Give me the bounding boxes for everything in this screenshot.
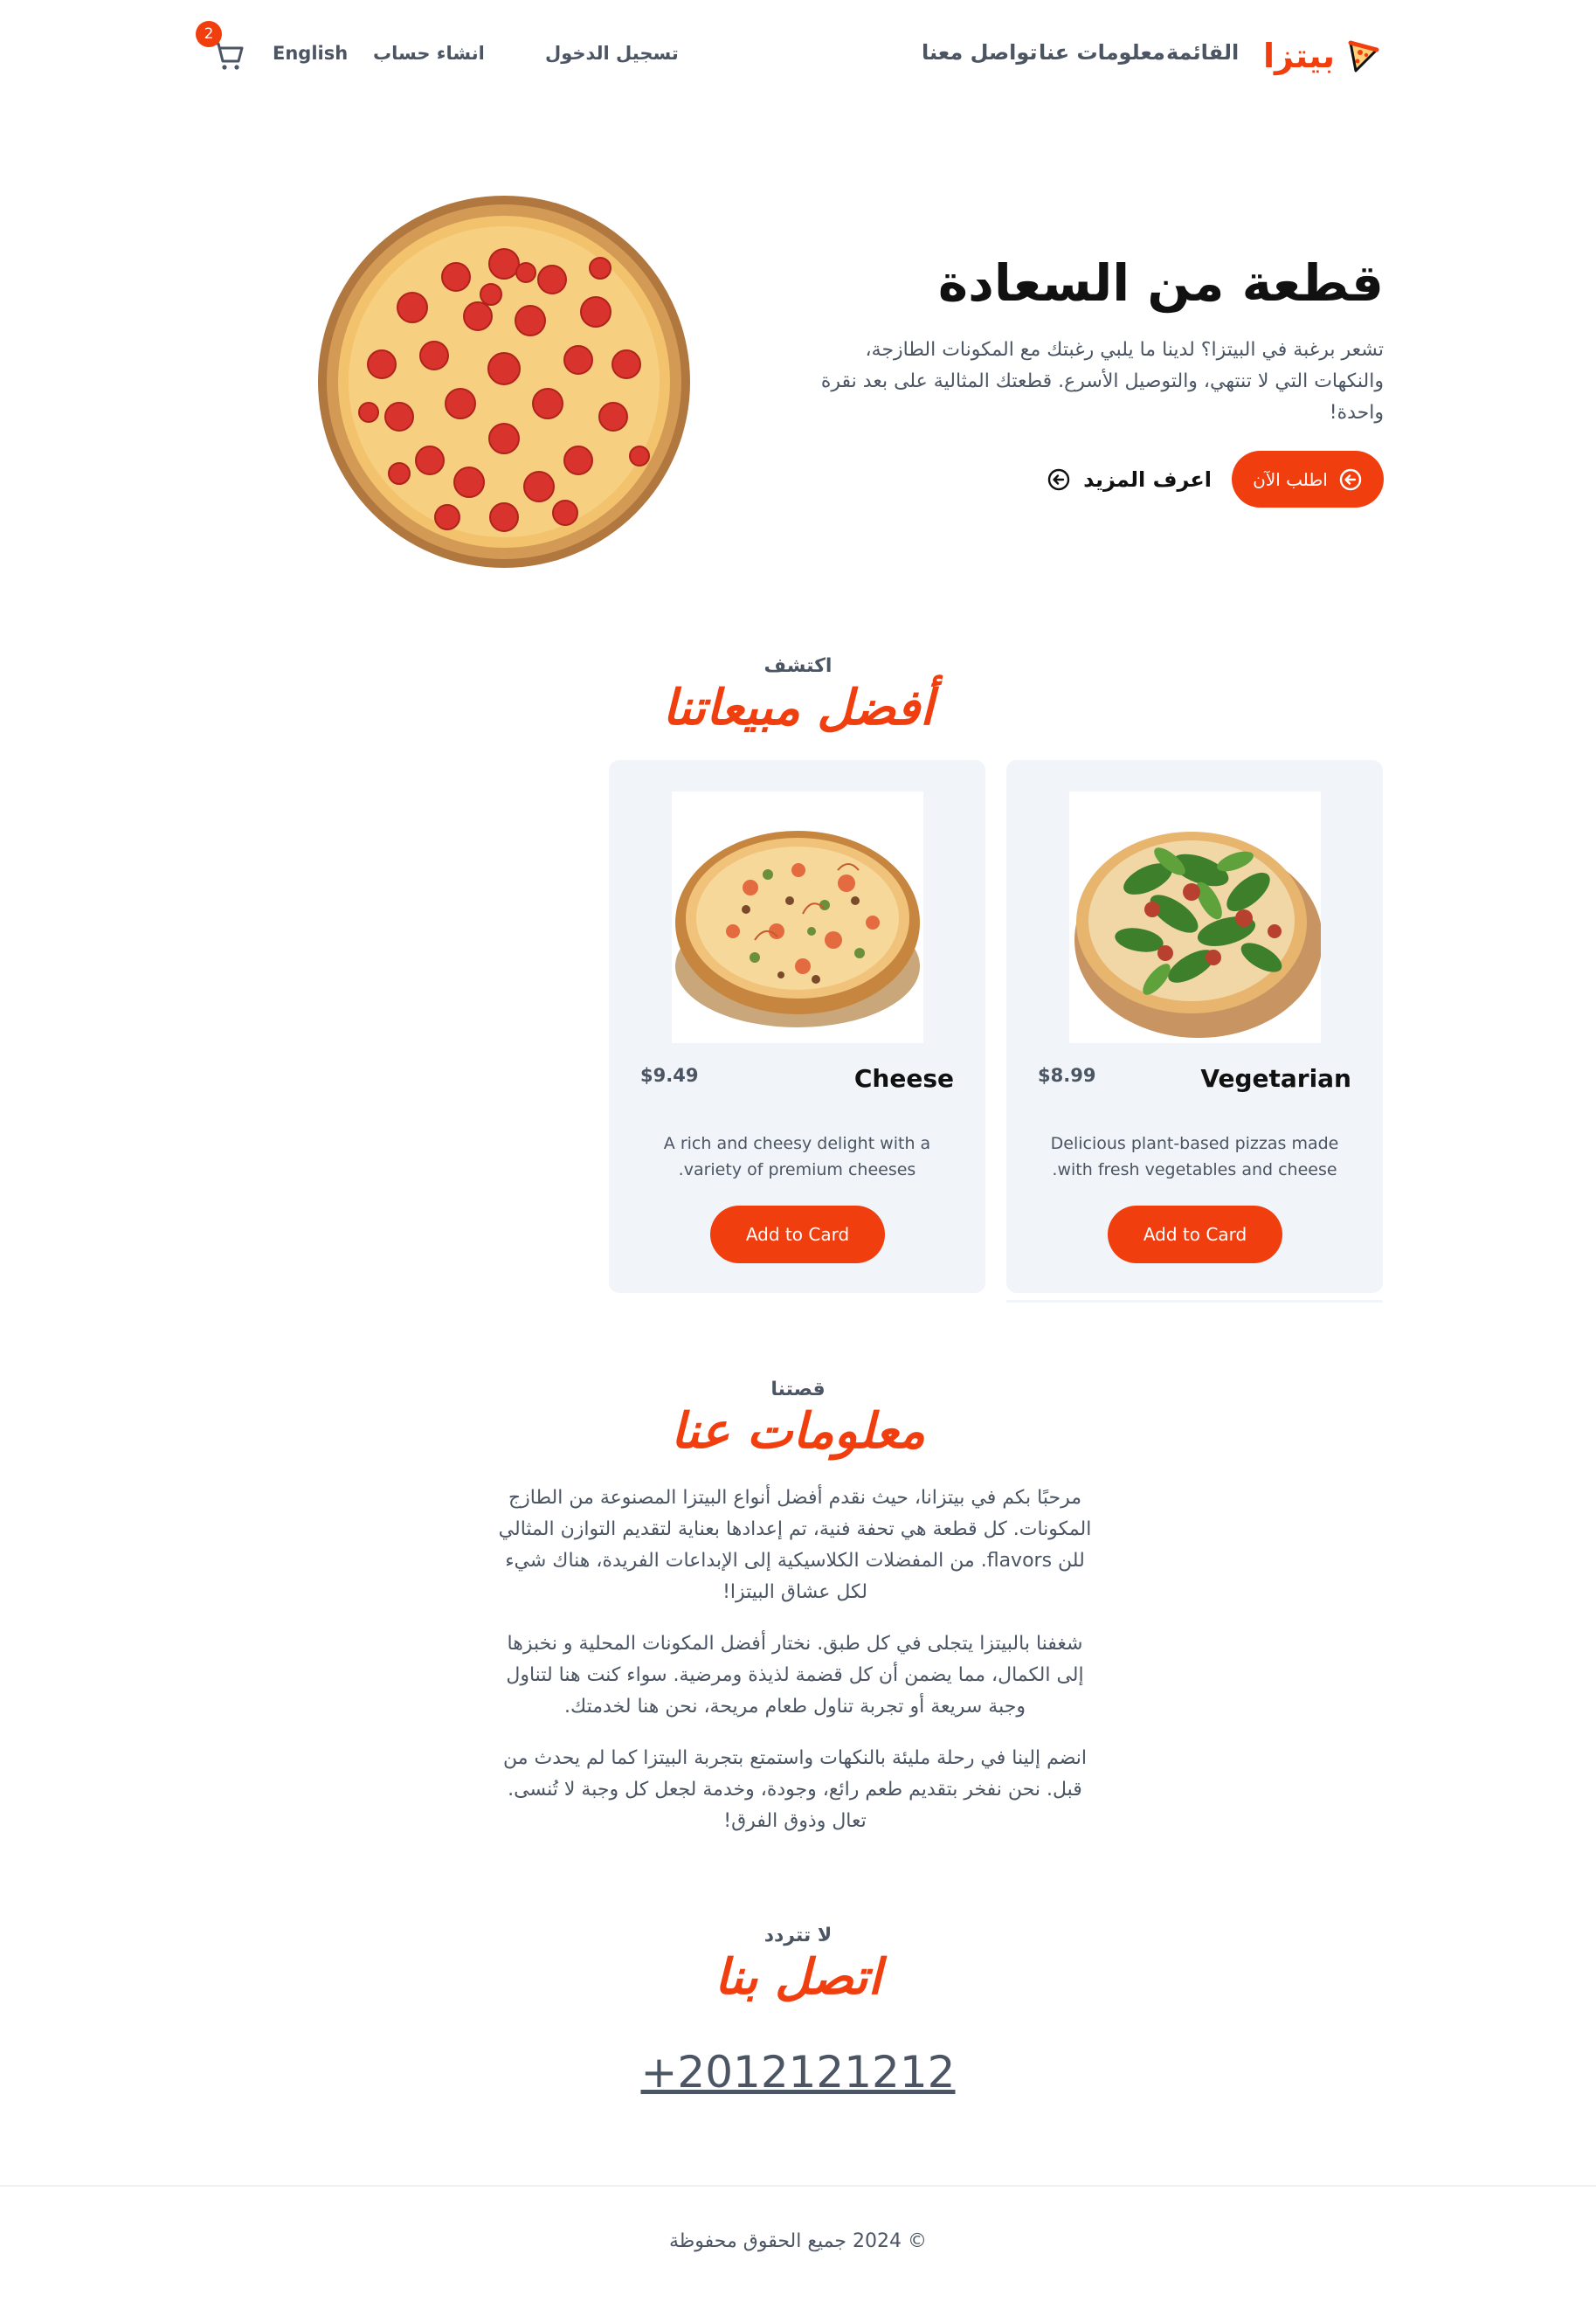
about-title: معلومات عنا — [670, 1403, 926, 1460]
product-card: Cheese $9.49 A rich and cheesy delight w… — [609, 760, 985, 1293]
signup-link[interactable]: انشاء حساب — [373, 43, 485, 64]
learn-more-label: اعرف المزيد — [1083, 467, 1212, 492]
product-price: $9.49 — [640, 1065, 699, 1086]
product-price: $8.99 — [1038, 1065, 1096, 1086]
hero-pepperoni-pizza-image — [318, 196, 690, 568]
site-header: 2 English انشاء حساب تسجيل الدخول تواصل … — [0, 0, 1596, 118]
brand-name: بيتزا — [1263, 37, 1335, 75]
nav-contact-link[interactable]: تواصل معنا — [922, 40, 1037, 65]
learn-more-button[interactable]: اعرف المزيد — [1047, 451, 1212, 508]
cheese-pizza-image — [675, 831, 920, 1027]
product-card: Vegetarian $8.99 Delicious plant-based p… — [1006, 760, 1383, 1293]
brand-logo-link[interactable]: بيتزا — [1263, 30, 1382, 82]
contact-title: اتصل بنا — [714, 1949, 882, 2006]
product-description: Delicious plant-based pizzas made with f… — [1050, 1134, 1339, 1179]
about-paragraph: انضم إلينا في رحلة مليئة بالنكهات واستمت… — [502, 1747, 1088, 1832]
divider — [1006, 1300, 1383, 1303]
about-paragraph: مرحبًا بكم في بيتزانا، حيث نقدم أفضل أنو… — [498, 1487, 1092, 1603]
bestsellers-eyebrow: اكتشف — [763, 655, 833, 677]
product-image — [672, 792, 923, 1043]
order-now-button[interactable]: اطلب الآن — [1232, 451, 1384, 508]
footer-divider — [0, 2185, 1596, 2187]
pizza-slice-icon — [1348, 40, 1379, 73]
product-image — [1069, 792, 1321, 1043]
about-eyebrow: قصتنا — [770, 1379, 826, 1400]
arrow-left-circle-icon — [1339, 468, 1362, 490]
footer-copyright: © 2024 جميع الحقوق محفوظة — [668, 2230, 927, 2252]
add-to-cart-button[interactable]: Add to Card — [1108, 1206, 1282, 1263]
product-description: A rich and cheesy delight with a variety… — [663, 1134, 931, 1179]
phone-link[interactable]: +2012121212 — [0, 2047, 1596, 2098]
vegetarian-pizza-image — [1074, 832, 1321, 1038]
nav-about-link[interactable]: معلومات عنا — [1039, 40, 1165, 65]
product-name: Cheese — [853, 1064, 954, 1093]
contact-eyebrow: لا تتردد — [763, 1925, 833, 1946]
bestsellers-title: أفضل مبيعاتنا — [662, 680, 934, 736]
cart-count-badge: 2 — [196, 21, 222, 47]
add-to-cart-button[interactable]: Add to Card — [710, 1206, 885, 1263]
hero-title: قطعة من السعادة — [937, 253, 1384, 313]
order-now-label: اطلب الآن — [1253, 468, 1328, 490]
hero-description: تشعر برغبة في البيتزا؟ لدينا ما يلبي رغب… — [820, 339, 1384, 424]
arrow-left-circle-icon — [1047, 468, 1070, 490]
login-link[interactable]: تسجيل الدخول — [545, 43, 679, 64]
nav-menu-link[interactable]: القائمة — [1166, 40, 1239, 65]
language-switch[interactable]: English — [273, 43, 348, 64]
about-paragraph: شغفنا بالبيتزا يتجلى في كل طبق. نختار أف… — [506, 1633, 1084, 1718]
product-name: Vegetarian — [1200, 1064, 1351, 1093]
